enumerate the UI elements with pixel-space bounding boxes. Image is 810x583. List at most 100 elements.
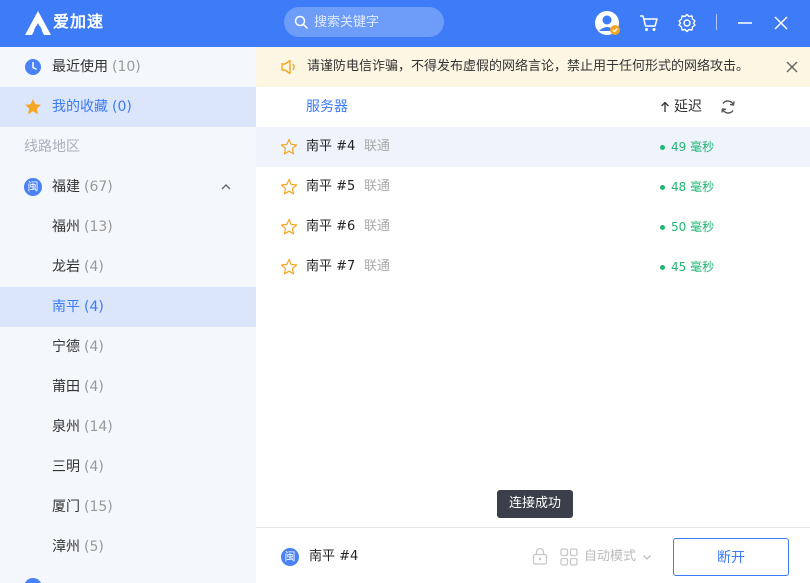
sidebar-item-count: (0) (112, 99, 132, 115)
chevron-up-icon[interactable] (220, 181, 232, 193)
sidebar-item-label: 泉州 (52, 419, 80, 435)
server-name: 南平 #5 (306, 179, 356, 194)
title-bar: 爱加速 (0, 0, 810, 47)
disconnect-button[interactable]: 断开 (673, 538, 789, 576)
grid-icon (560, 548, 578, 566)
sidebar-item-partial[interactable] (0, 567, 256, 583)
toast-message: 连接成功 (497, 490, 573, 518)
arrow-up-icon (661, 101, 669, 112)
server-isp: 联通 (364, 179, 391, 194)
sidebar-item-city-selected[interactable]: 南平 (4) (0, 287, 256, 327)
star-filled-icon (25, 99, 41, 115)
cart-button[interactable] (636, 10, 662, 36)
sidebar-item-count: (4) (84, 339, 104, 355)
mode-label: 自动模式 (584, 549, 637, 564)
search-input[interactable] (314, 7, 436, 37)
server-row[interactable]: 南平 #6 联通 50 毫秒 (256, 207, 810, 247)
region-badge-icon: 闽 (24, 178, 42, 196)
sidebar-item-city[interactable]: 厦门 (15) (0, 487, 256, 527)
sidebar-item-city[interactable]: 福州 (13) (0, 207, 256, 247)
lock-icon[interactable] (532, 547, 548, 565)
star-outline-icon[interactable] (280, 218, 298, 236)
gear-icon (678, 13, 696, 33)
sidebar-item-city[interactable]: 泉州 (14) (0, 407, 256, 447)
server-isp: 联通 (364, 259, 391, 274)
chevron-down-icon (643, 555, 651, 560)
sidebar-item-label: 福州 (52, 219, 80, 235)
server-row[interactable]: 南平 #7 联通 45 毫秒 (256, 247, 810, 287)
sidebar-item-count: (4) (84, 259, 104, 275)
search-box[interactable] (284, 7, 444, 37)
sidebar-item-count: (15) (84, 499, 113, 515)
server-latency: 49 毫秒 (671, 140, 715, 154)
server-latency: 48 毫秒 (671, 180, 715, 194)
notice-text: 请谨防电信诈骗，不得发布虚假的网络言论，禁止用于任何形式的网络攻击。 (307, 59, 750, 74)
sidebar-item-label: 南平 (52, 299, 80, 315)
column-header-server[interactable]: 服务器 (306, 98, 348, 116)
sidebar-item-label: 三明 (52, 459, 80, 475)
column-header-latency: 延迟 (674, 99, 702, 115)
sidebar-item-count: (14) (84, 419, 113, 435)
sidebar-item-label: 最近使用 (52, 59, 108, 75)
star-outline-icon[interactable] (280, 138, 298, 156)
speaker-icon (281, 59, 295, 75)
sidebar-item-city[interactable]: 龙岩 (4) (0, 247, 256, 287)
sidebar-section-regions: 线路地区 (0, 127, 256, 167)
sidebar-item-recent[interactable]: 最近使用 (10) (0, 47, 256, 87)
server-name: 南平 #7 (306, 259, 356, 274)
sidebar-item-favorites[interactable]: 我的收藏 (0) (0, 87, 256, 127)
sidebar: 最近使用 (10) 我的收藏 (0) 线路地区 闽 福建 (67) 福州 (13) 龙岩… (0, 47, 256, 583)
star-outline-icon[interactable] (280, 258, 298, 276)
app-title: 爱加速 (53, 12, 105, 31)
sidebar-item-label: 宁德 (52, 339, 80, 355)
user-avatar-button[interactable] (594, 10, 620, 36)
server-latency: 45 毫秒 (671, 260, 715, 274)
sidebar-item-count: (4) (84, 459, 104, 475)
sidebar-item-count: (4) (84, 379, 104, 395)
close-icon (774, 16, 788, 30)
region-badge-icon (24, 578, 42, 583)
latency-dot-icon (660, 144, 665, 150)
avatar-icon (595, 11, 620, 35)
app-logo-icon (25, 11, 51, 35)
mode-selector[interactable]: 自动模式 (584, 549, 652, 565)
cart-icon (640, 15, 658, 31)
sidebar-item-label: 福建 (52, 179, 80, 195)
minimize-button[interactable] (732, 10, 758, 36)
settings-button[interactable] (674, 10, 700, 36)
server-list-header: 服务器 延迟 (256, 87, 810, 127)
sidebar-item-city[interactable]: 漳州 (5) (0, 527, 256, 567)
clock-icon (25, 59, 41, 75)
section-label: 线路地区 (24, 139, 80, 155)
titlebar-divider (716, 14, 717, 30)
sidebar-item-label: 漳州 (52, 539, 80, 555)
sidebar-item-count: (13) (84, 219, 113, 235)
sidebar-item-count: (67) (84, 179, 113, 195)
sidebar-item-count: (4) (84, 299, 104, 315)
sidebar-item-city[interactable]: 三明 (4) (0, 447, 256, 487)
latency-dot-icon (660, 224, 665, 230)
sidebar-item-city[interactable]: 莆田 (4) (0, 367, 256, 407)
sidebar-item-province-fujian[interactable]: 闽 福建 (67) (0, 167, 256, 207)
region-badge-icon: 闽 (281, 548, 299, 566)
sidebar-item-label: 厦门 (52, 499, 80, 515)
sidebar-item-city[interactable]: 宁德 (4) (0, 327, 256, 367)
server-row[interactable]: 南平 #5 联通 48 毫秒 (256, 167, 810, 207)
server-row[interactable]: 南平 #4 联通 49 毫秒 (256, 127, 810, 167)
notice-close-icon[interactable] (786, 61, 798, 73)
current-server-name: 南平 #4 (309, 549, 359, 564)
star-outline-icon[interactable] (280, 178, 298, 196)
server-name: 南平 #4 (306, 139, 356, 154)
sort-by-latency[interactable]: 延迟 (660, 98, 702, 116)
sidebar-item-label: 我的收藏 (52, 99, 108, 115)
latency-dot-icon (660, 184, 665, 190)
sidebar-item-count: (5) (84, 539, 104, 555)
sidebar-item-count: (10) (112, 59, 141, 75)
connection-footer: 闽 南平 #4 自动模式 断开 (256, 527, 810, 583)
server-name: 南平 #6 (306, 219, 356, 234)
close-window-button[interactable] (768, 10, 794, 36)
search-icon (294, 15, 308, 29)
latency-dot-icon (660, 264, 665, 270)
refresh-icon[interactable] (720, 99, 736, 115)
sidebar-item-label: 莆田 (52, 379, 80, 395)
